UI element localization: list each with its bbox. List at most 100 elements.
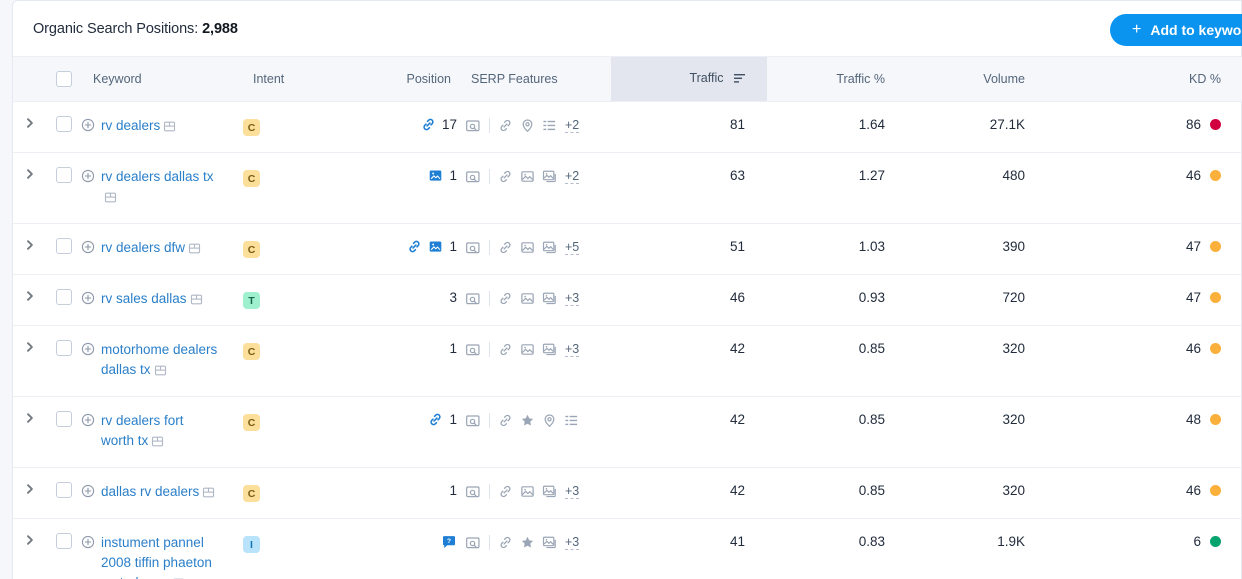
serp-preview-icon[interactable] — [465, 240, 481, 256]
select-all-checkbox[interactable] — [56, 70, 72, 87]
row-checkbox[interactable] — [56, 481, 72, 498]
link-icon[interactable] — [498, 291, 513, 306]
serp-chip-icon[interactable] — [172, 576, 185, 579]
expand-row-button[interactable] — [13, 224, 47, 251]
link-icon[interactable] — [498, 169, 513, 184]
image-icon-blue-filled[interactable] — [428, 239, 443, 254]
expand-row-button[interactable] — [13, 153, 47, 180]
plus-circle-icon[interactable] — [81, 413, 95, 432]
image-icon[interactable] — [520, 291, 535, 306]
star-icon[interactable] — [520, 413, 535, 428]
expand-row-button[interactable] — [13, 468, 47, 495]
link-icon-blue[interactable] — [407, 239, 422, 254]
row-checkbox[interactable] — [56, 288, 72, 305]
image-icon[interactable] — [520, 342, 535, 357]
image-icon[interactable] — [520, 169, 535, 184]
serp-more-badge[interactable]: +3 — [565, 291, 580, 306]
intent-badge[interactable]: C — [243, 414, 260, 432]
plus-circle-icon[interactable] — [81, 240, 95, 259]
image-icon-blue-filled[interactable] — [428, 168, 443, 183]
link-icon[interactable] — [498, 118, 513, 133]
header-traffic-percent[interactable]: Traffic % — [767, 57, 907, 102]
keyword-link[interactable]: instument pannel 2008 tiffin phaeton mot… — [101, 533, 219, 579]
map-pin-icon[interactable] — [520, 118, 535, 133]
serp-chip-icon[interactable] — [104, 190, 117, 210]
serp-chip-icon[interactable] — [154, 363, 167, 383]
intent-badge[interactable]: C — [243, 119, 260, 137]
serp-chip-icon[interactable] — [163, 119, 176, 139]
serp-preview-icon[interactable] — [465, 169, 481, 185]
intent-badge[interactable]: I — [243, 536, 260, 554]
header-volume[interactable]: Volume — [907, 57, 1047, 102]
image-icon[interactable] — [520, 240, 535, 255]
header-keyword[interactable]: Keyword — [81, 57, 241, 102]
image-stack-icon[interactable] — [542, 484, 557, 499]
row-checkbox[interactable] — [56, 339, 72, 356]
serp-preview-icon[interactable] — [465, 484, 481, 500]
image-stack-icon[interactable] — [542, 342, 557, 357]
add-to-keyword-button[interactable]: + Add to keyword — [1110, 14, 1242, 46]
list-icon[interactable] — [564, 413, 579, 428]
serp-preview-icon[interactable] — [465, 535, 481, 551]
link-icon[interactable] — [498, 535, 513, 550]
serp-chip-icon[interactable] — [190, 292, 203, 312]
keyword-link[interactable]: rv sales dallas — [101, 289, 203, 312]
link-icon-blue[interactable] — [421, 117, 436, 132]
star-icon[interactable] — [520, 535, 535, 550]
header-kd[interactable]: KD % — [1047, 57, 1242, 102]
image-stack-icon[interactable] — [542, 240, 557, 255]
link-icon[interactable] — [498, 484, 513, 499]
row-checkbox[interactable] — [56, 115, 72, 132]
serp-chip-icon[interactable] — [202, 485, 215, 505]
plus-circle-icon[interactable] — [81, 484, 95, 503]
map-pin-icon[interactable] — [542, 413, 557, 428]
faq-bubble-icon-blue[interactable]: ? — [441, 534, 457, 550]
plus-circle-icon[interactable] — [81, 169, 95, 188]
keyword-link[interactable]: rv dealers fort worth tx — [101, 411, 219, 454]
keyword-link[interactable]: dallas rv dealers — [101, 482, 215, 505]
serp-chip-icon[interactable] — [151, 434, 164, 454]
plus-circle-icon[interactable] — [81, 291, 95, 310]
keyword-link[interactable]: motorhome dealers dallas tx — [101, 340, 219, 383]
row-checkbox[interactable] — [56, 410, 72, 427]
header-select-all[interactable] — [47, 57, 81, 102]
intent-badge[interactable]: C — [243, 241, 260, 259]
serp-preview-icon[interactable] — [465, 118, 481, 134]
keyword-link[interactable]: rv dealers dallas tx — [101, 167, 219, 210]
plus-circle-icon[interactable] — [81, 118, 95, 137]
row-checkbox[interactable] — [56, 532, 72, 549]
list-icon[interactable] — [542, 118, 557, 133]
expand-row-button[interactable] — [13, 519, 47, 546]
link-icon[interactable] — [498, 413, 513, 428]
serp-more-badge[interactable]: +3 — [565, 484, 580, 499]
serp-preview-icon[interactable] — [465, 342, 481, 358]
intent-badge[interactable]: C — [243, 170, 260, 188]
serp-more-badge[interactable]: +2 — [565, 118, 580, 133]
serp-more-badge[interactable]: +5 — [565, 240, 580, 255]
plus-circle-icon[interactable] — [81, 535, 95, 554]
header-intent[interactable]: Intent — [241, 57, 381, 102]
serp-more-badge[interactable]: +2 — [565, 169, 580, 184]
expand-row-button[interactable] — [13, 326, 47, 353]
link-icon-blue[interactable] — [428, 412, 443, 427]
row-checkbox[interactable] — [56, 237, 72, 254]
link-icon[interactable] — [498, 342, 513, 357]
expand-row-button[interactable] — [13, 275, 47, 302]
expand-row-button[interactable] — [13, 397, 47, 424]
header-position[interactable]: Position — [381, 57, 459, 102]
image-stack-icon[interactable] — [542, 169, 557, 184]
serp-more-badge[interactable]: +3 — [565, 535, 580, 550]
expand-row-button[interactable] — [13, 102, 47, 129]
keyword-link[interactable]: rv dealers dfw — [101, 238, 201, 261]
plus-circle-icon[interactable] — [81, 342, 95, 361]
header-serp-features[interactable]: SERP Features — [459, 57, 611, 102]
image-stack-icon[interactable] — [542, 291, 557, 306]
link-icon[interactable] — [498, 240, 513, 255]
row-checkbox[interactable] — [56, 166, 72, 183]
image-icon[interactable] — [520, 484, 535, 499]
serp-preview-icon[interactable] — [465, 413, 481, 429]
serp-preview-icon[interactable] — [465, 291, 481, 307]
intent-badge[interactable]: C — [243, 485, 260, 503]
header-traffic[interactable]: Traffic — [611, 57, 767, 102]
intent-badge[interactable]: C — [243, 343, 260, 361]
